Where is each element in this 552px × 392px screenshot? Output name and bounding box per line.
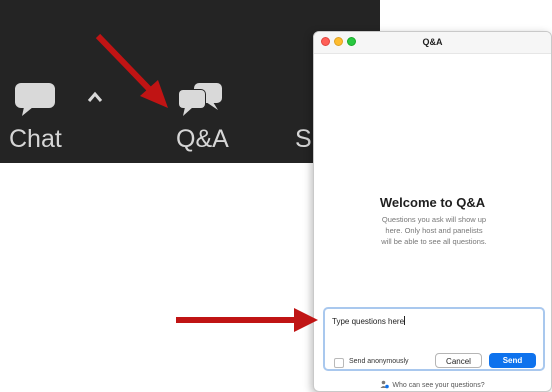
arrow-to-qa-icon: [95, 33, 168, 108]
arrow-to-question-input: [176, 308, 318, 332]
annotation-arrows: [95, 33, 318, 332]
